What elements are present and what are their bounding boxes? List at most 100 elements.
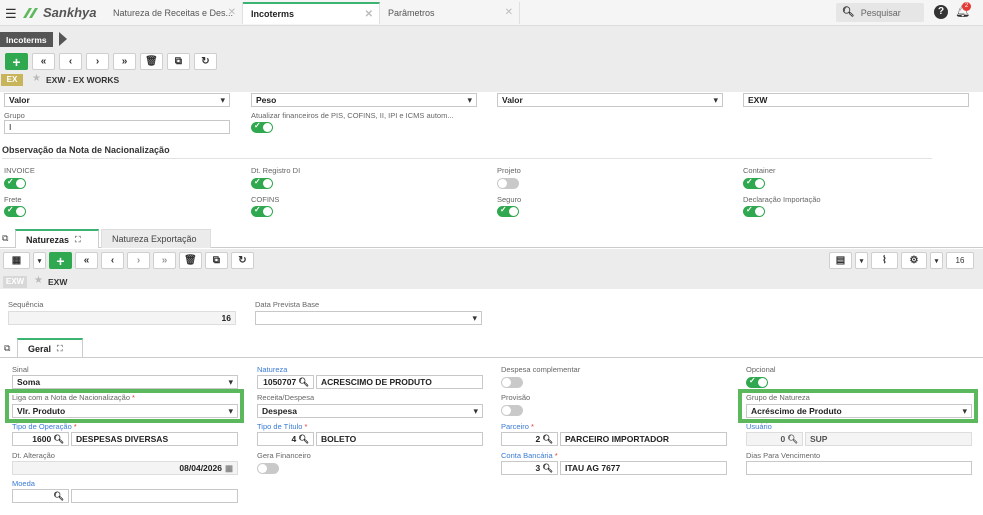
tab-geral[interactable]: Geral ⛶ (17, 338, 83, 357)
tipo-operacao-desc: DESPESAS DIVERSAS (71, 432, 238, 446)
atualizar-toggle[interactable] (251, 121, 273, 133)
search-icon[interactable]: 🔍︎ (53, 491, 64, 502)
next-record-button[interactable]: › (86, 53, 109, 70)
search-icon[interactable]: 🔍︎ (298, 434, 309, 445)
frete-toggle[interactable] (4, 205, 26, 217)
breadcrumb-label: Incoterms (6, 34, 47, 45)
brand-logo[interactable]: Sankhya (21, 5, 96, 20)
grid-last-button[interactable]: » (153, 252, 176, 269)
collapse-icon[interactable]: ⧉ (4, 343, 10, 354)
search-icon[interactable]: 🔍︎ (298, 377, 309, 388)
grid-delete-button[interactable]: 🗑︎ (179, 252, 202, 269)
grid-view-button[interactable]: ▦ (3, 252, 30, 269)
search-icon[interactable]: 🔍︎ (542, 463, 553, 474)
close-icon[interactable]: ✕ (365, 9, 373, 20)
gear-dropdown[interactable]: ▾ (930, 252, 943, 269)
star-icon[interactable]: ★ (32, 73, 41, 84)
field-value: PARCEIRO IMPORTADOR (565, 434, 670, 444)
copy-button[interactable]: ⧉ (167, 53, 190, 70)
cofins-toggle[interactable] (251, 205, 273, 217)
header-toolbar-area: Incoterms + « ‹ › » 🗑︎ ⧉ ↻ EX ★ EXW - EX… (0, 26, 983, 92)
search-input[interactable]: 🔍︎ Pesquisar (836, 3, 924, 22)
field-value: BOLETO (321, 434, 357, 444)
grid-first-button[interactable]: « (75, 252, 98, 269)
select-field-1[interactable]: Valor (4, 93, 230, 107)
tipo-operacao-code-input[interactable]: 1600 🔍︎ (12, 432, 69, 446)
delete-button[interactable]: 🗑︎ (140, 53, 163, 70)
tab-incoterms[interactable]: Incoterms ✕ (243, 2, 380, 24)
tab-natureza-exportacao[interactable]: Natureza Exportação (101, 229, 211, 248)
grupo-input[interactable]: I (4, 120, 230, 134)
search-icon[interactable]: 🔍︎ (787, 434, 798, 445)
opcional-toggle[interactable] (746, 376, 768, 388)
tab-parametros[interactable]: Parâmetros ✕ (380, 2, 520, 24)
grid-next-button[interactable]: › (127, 252, 150, 269)
tab-naturezas[interactable]: Naturezas ⛶ (15, 229, 99, 248)
search-icon[interactable]: 🔍︎ (542, 434, 553, 445)
expand-icon[interactable]: ⛶ (75, 235, 81, 245)
container-toggle[interactable] (743, 177, 765, 189)
collapse-icon[interactable]: ⧉ (2, 233, 8, 244)
attachment-icon[interactable]: ⌇ (871, 252, 898, 269)
despesa-complementar-label: Despesa complementar (501, 365, 581, 374)
declaracao-toggle[interactable] (743, 205, 765, 217)
dt-registro-toggle[interactable] (251, 177, 273, 189)
breadcrumb[interactable]: Incoterms (0, 32, 53, 47)
search-icon[interactable]: 🔍︎ (53, 434, 64, 445)
moeda-code-input[interactable]: 🔍︎ (12, 489, 69, 503)
parceiro-code-input[interactable]: 2 🔍︎ (501, 432, 558, 446)
close-icon[interactable]: ✕ (228, 7, 236, 18)
select-field-2[interactable]: Peso (251, 93, 477, 107)
data-prevista-select[interactable] (255, 311, 482, 325)
atualizar-label: Atualizar financeiros de PIS, COFINS, II… (251, 111, 454, 120)
gear-icon[interactable]: ⚙ (901, 252, 927, 269)
projeto-toggle[interactable] (497, 178, 519, 189)
receita-despesa-select[interactable]: Despesa (257, 404, 483, 418)
natureza-code-input[interactable]: 1050707 🔍︎ (257, 375, 314, 389)
expand-icon[interactable]: ⛶ (57, 344, 63, 354)
sequencia-label: Sequência (8, 300, 44, 309)
document-icon[interactable]: ▤ (829, 252, 852, 269)
gera-financeiro-toggle[interactable] (257, 463, 279, 474)
conta-bancaria-code-input[interactable]: 3 🔍︎ (501, 461, 558, 475)
help-icon[interactable]: ? (934, 5, 948, 19)
refresh-button[interactable]: ↻ (194, 53, 217, 70)
field-value: I (9, 122, 12, 132)
sinal-select[interactable]: Soma (12, 375, 238, 389)
brand-name: Sankhya (43, 5, 97, 20)
grid-add-button[interactable]: + (49, 252, 72, 269)
invoice-toggle[interactable] (4, 177, 26, 189)
sequencia-input[interactable]: 16 (8, 311, 236, 325)
provisao-toggle[interactable] (501, 405, 523, 416)
document-dropdown[interactable]: ▾ (855, 252, 868, 269)
page-size-input[interactable]: 16 (946, 252, 974, 269)
grid-refresh-button[interactable]: ↻ (231, 252, 254, 269)
hamburger-menu-icon[interactable]: ☰ (5, 6, 17, 22)
last-record-button[interactable]: » (113, 53, 136, 70)
previous-record-button[interactable]: ‹ (59, 53, 82, 70)
calendar-icon[interactable]: ▦ (225, 463, 233, 474)
field-value: EXW (748, 95, 768, 105)
grid-copy-button[interactable]: ⧉ (205, 252, 228, 269)
data-prevista-label: Data Prevista Base (255, 300, 320, 309)
tipo-titulo-code-input[interactable]: 4 🔍︎ (257, 432, 314, 446)
grid-view-dropdown[interactable]: ▾ (33, 252, 46, 269)
tab-label: Natureza de Receitas e Des... (113, 8, 234, 18)
tab-natureza[interactable]: Natureza de Receitas e Des... ✕ (105, 2, 243, 24)
text-field-4[interactable]: EXW (743, 93, 969, 107)
usuario-code-input[interactable]: 0 🔍︎ (746, 432, 803, 446)
add-button[interactable]: + (5, 53, 28, 70)
star-icon[interactable]: ★ (34, 275, 43, 286)
dt-alteracao-input[interactable]: 08/04/2026 ▦ (12, 461, 238, 475)
gera-financeiro-label: Gera Financeiro (257, 451, 311, 460)
receita-despesa-label: Receita/Despesa (257, 393, 315, 402)
close-icon[interactable]: ✕ (505, 7, 513, 18)
despesa-complementar-toggle[interactable] (501, 377, 523, 388)
search-placeholder: Pesquisar (860, 7, 901, 18)
grid-prev-button[interactable]: ‹ (101, 252, 124, 269)
dias-vencimento-input[interactable] (746, 461, 972, 475)
select-field-3[interactable]: Valor (497, 93, 723, 107)
seguro-toggle[interactable] (497, 205, 519, 217)
first-record-button[interactable]: « (32, 53, 55, 70)
page-size-value: 16 (955, 256, 965, 265)
